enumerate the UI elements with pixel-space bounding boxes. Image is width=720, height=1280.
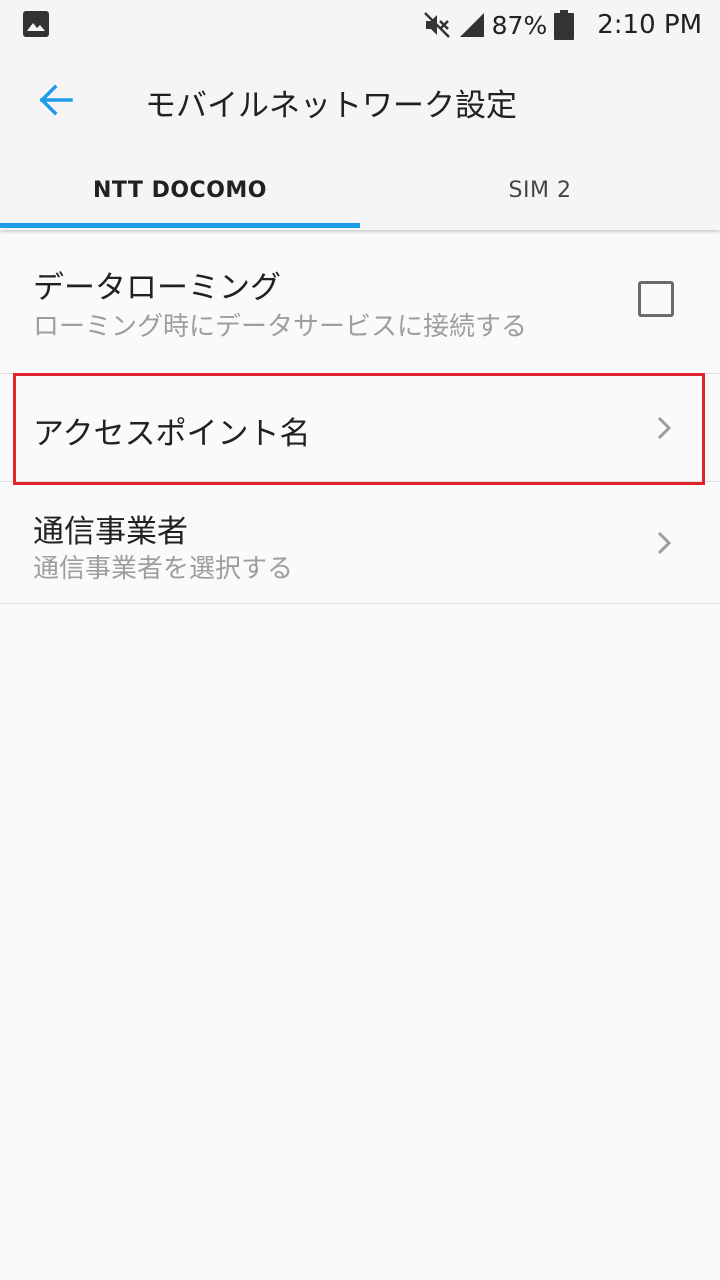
back-button[interactable] bbox=[28, 78, 84, 122]
sim-tabs: NTT DOCOMO SIM 2 bbox=[0, 150, 720, 230]
access-point-names-row[interactable]: アクセスポイント名 bbox=[0, 374, 720, 482]
data-roaming-summary: ローミング時にデータサービスに接続する bbox=[33, 312, 528, 342]
toolbar: モバイルネットワーク設定 bbox=[0, 50, 720, 150]
carrier-title: 通信事業者 bbox=[33, 514, 188, 550]
status-bar: 87% 2:10 PM bbox=[0, 0, 720, 50]
tab-ntt-docomo[interactable]: NTT DOCOMO bbox=[0, 150, 360, 230]
chevron-right-icon bbox=[657, 531, 672, 555]
battery-icon bbox=[554, 10, 575, 40]
mute-icon bbox=[423, 12, 450, 38]
arrow-left-icon bbox=[39, 84, 73, 116]
signal-icon bbox=[459, 13, 484, 37]
carrier-row[interactable]: 通信事業者 通信事業者を選択する bbox=[0, 482, 720, 604]
chevron-right-icon bbox=[657, 416, 672, 440]
clock: 2:10 PM bbox=[597, 10, 702, 40]
tab-sim-2[interactable]: SIM 2 bbox=[360, 150, 720, 230]
tab-indicator bbox=[0, 223, 360, 228]
battery-percent: 87% bbox=[491, 10, 548, 40]
data-roaming-row[interactable]: データローミング ローミング時にデータサービスに接続する bbox=[0, 232, 720, 374]
data-roaming-checkbox[interactable] bbox=[638, 281, 674, 317]
image-icon bbox=[23, 11, 49, 37]
carrier-summary: 通信事業者を選択する bbox=[33, 554, 294, 584]
access-point-names-title: アクセスポイント名 bbox=[33, 416, 311, 452]
data-roaming-title: データローミング bbox=[33, 270, 281, 306]
page-title: モバイルネットワーク設定 bbox=[145, 88, 517, 124]
